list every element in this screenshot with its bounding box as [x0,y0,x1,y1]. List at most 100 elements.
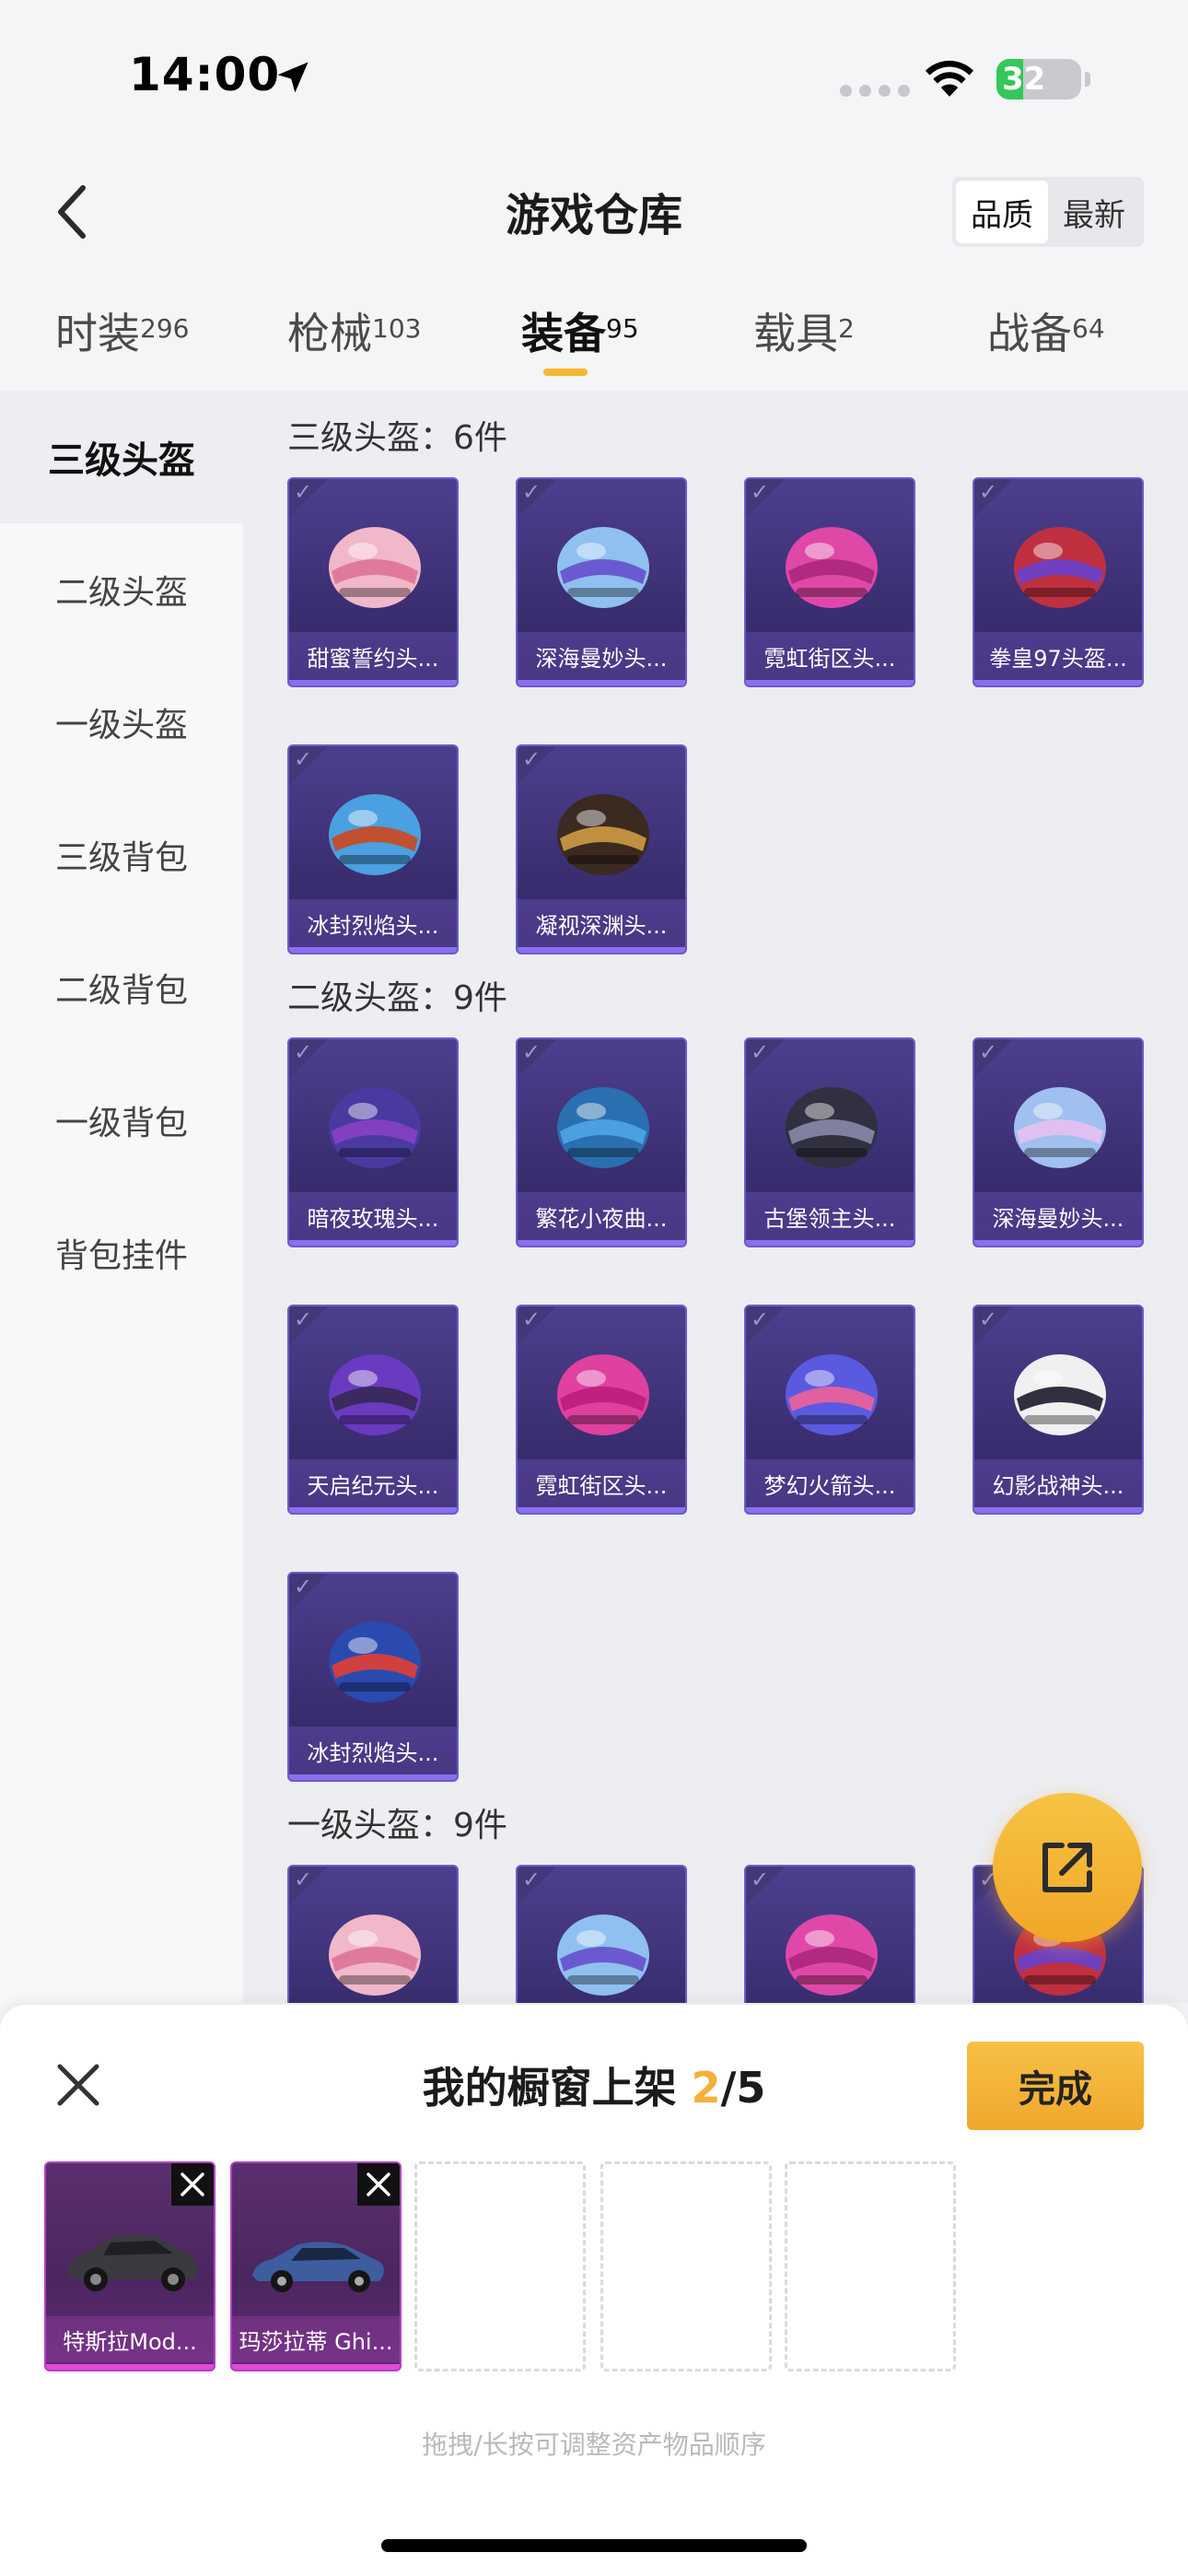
item-card-label: 古堡领主头... [746,1192,914,1240]
total-slots: /5 [720,2063,766,2113]
check-icon: ✓ [522,1306,542,1332]
helmet-icon [786,1354,878,1435]
item-card-label: 冰封烈焰头... [289,1727,457,1774]
tab-equipment[interactable]: 装备95 [521,300,639,361]
tab-supplies[interactable]: 战备64 [987,300,1105,361]
tab-count: 296 [140,312,190,344]
helmet-icon [329,1914,421,1996]
sidebar-item-level3-backpack[interactable]: 三级背包 [0,789,243,921]
item-card[interactable]: ✓ 甜蜜誓约头... [287,477,459,687]
empty-showcase-slot[interactable] [414,2161,586,2371]
sidebar-item-backpack-charm[interactable]: 背包挂件 [0,1187,243,1319]
sort-quality-option[interactable]: 品质 [956,181,1048,243]
helmet-icon [557,1914,649,1996]
sidebar-item-level2-backpack[interactable]: 二级背包 [0,921,243,1054]
item-grid: 三级头盔：6件 二级头盔：9件 一级头盔：9件 ✓ 甜蜜誓约头... ✓ 深海曼妙头.… [243,391,1188,2003]
tab-label: 载具 [753,309,838,358]
check-icon: ✓ [751,1306,770,1332]
check-icon: ✓ [294,746,313,772]
battery-percent: 32 [1002,61,1046,98]
item-card-label: 深海曼妙头... [518,632,685,680]
item-card[interactable]: ✓ [744,1865,915,2003]
active-tab-indicator [543,369,588,376]
item-card[interactable]: ✓ 凝视深渊头... [516,744,687,954]
helmet-icon [1014,527,1106,608]
close-icon [181,2172,204,2196]
item-card-label: 繁花小夜曲... [518,1192,685,1240]
helmet-icon [557,1354,649,1435]
sidebar-item-level1-backpack[interactable]: 一级背包 [0,1054,243,1187]
item-card-label: 暗夜玫瑰头... [289,1192,457,1240]
car-suv-icon [67,2234,198,2291]
item-card[interactable]: ✓ 古堡领主头... [744,1037,915,1247]
section-title: 二级头盔：9件 [287,979,507,1017]
sidebar-item-level3-helmet[interactable]: 三级头盔 [0,391,243,523]
share-external-icon [1042,1843,1092,1892]
helmet-icon [786,1914,878,1996]
check-icon: ✓ [979,479,998,505]
showcase-sheet: 我的橱窗上架 2/5 完成 特斯拉Mod... 玛莎拉蒂 Ghi... 拖拽/长… [0,2005,1188,2576]
item-card[interactable]: ✓ 深海曼妙头... [973,1037,1144,1247]
sort-toggle: 品质 最新 [952,177,1144,247]
helmet-icon [329,1622,421,1703]
item-card-label: 甜蜜誓约头... [289,632,457,680]
item-card[interactable]: ✓ 暗夜玫瑰头... [287,1037,459,1247]
tab-label: 战备 [987,309,1072,358]
item-card-label: 霓虹街区头... [746,632,914,680]
item-card[interactable]: ✓ 深海曼妙头... [516,477,687,687]
helmet-icon [557,794,649,875]
item-card[interactable]: ✓ 霓虹街区头... [516,1305,687,1515]
selected-count: 2 [691,2063,721,2113]
item-card-label: 深海曼妙头... [974,1192,1142,1240]
item-card-label: 天启纪元头... [289,1459,457,1507]
item-card-label: 梦幻火箭头... [746,1459,914,1507]
empty-showcase-slot[interactable] [600,2161,772,2371]
helmet-icon [329,1087,421,1168]
item-card[interactable]: ✓ 冰封烈焰头... [287,744,459,954]
helmet-icon [329,527,421,608]
check-icon: ✓ [294,479,313,505]
item-card[interactable]: ✓ 拳皇97头盔... [973,477,1144,687]
item-card-label: 拳皇97头盔... [974,632,1142,680]
showcase-slot[interactable]: 玛莎拉蒂 Ghi... [230,2161,402,2371]
item-card[interactable]: ✓ [516,1865,687,2003]
helmet-icon [329,794,421,875]
sidebar-item-level1-helmet[interactable]: 一级头盔 [0,656,243,789]
tab-fashion[interactable]: 时装296 [55,300,189,361]
status-time: 14:00 [129,48,281,101]
tab-count: 2 [838,312,855,344]
remove-item-button[interactable] [171,2163,214,2206]
check-icon: ✓ [294,1574,313,1599]
item-card[interactable]: ✓ 霓虹街区头... [744,477,915,687]
item-card[interactable]: ✓ 梦幻火箭头... [744,1305,915,1515]
share-button[interactable] [993,1793,1142,1942]
check-icon: ✓ [522,1867,542,1892]
sort-newest-option[interactable]: 最新 [1048,181,1140,243]
helmet-icon [557,527,649,608]
tab-guns[interactable]: 枪械103 [287,300,421,361]
item-card-label: 幻影战神头... [974,1459,1142,1507]
showcase-slot[interactable]: 特斯拉Mod... [44,2161,215,2371]
helmet-icon [1014,1087,1106,1168]
helmet-icon [1014,1354,1106,1435]
item-card[interactable]: ✓ 幻影战神头... [973,1305,1144,1515]
sidebar-item-level2-helmet[interactable]: 二级头盔 [0,523,243,656]
nav-header: 游戏仓库 品质 最新 [0,157,1188,267]
tab-vehicles[interactable]: 载具2 [753,300,855,361]
status-bar: 14:00 32 [0,0,1188,157]
battery-cap [1085,72,1090,87]
item-card[interactable]: ✓ 天启纪元头... [287,1305,459,1515]
cellular-signal-icon [840,85,910,97]
item-card[interactable]: ✓ 繁花小夜曲... [516,1037,687,1247]
check-icon: ✓ [522,479,542,505]
done-button[interactable]: 完成 [967,2042,1144,2130]
remove-item-button[interactable] [357,2163,400,2206]
tab-count: 95 [606,312,639,344]
helmet-icon [329,1354,421,1435]
item-card[interactable]: ✓ [287,1865,459,2003]
empty-showcase-slot[interactable] [785,2161,956,2371]
check-icon: ✓ [294,1306,313,1332]
section-title: 三级头盔：6件 [287,419,507,457]
item-card[interactable]: ✓ 冰封烈焰头... [287,1572,459,1782]
car-sedan-icon [252,2242,384,2292]
